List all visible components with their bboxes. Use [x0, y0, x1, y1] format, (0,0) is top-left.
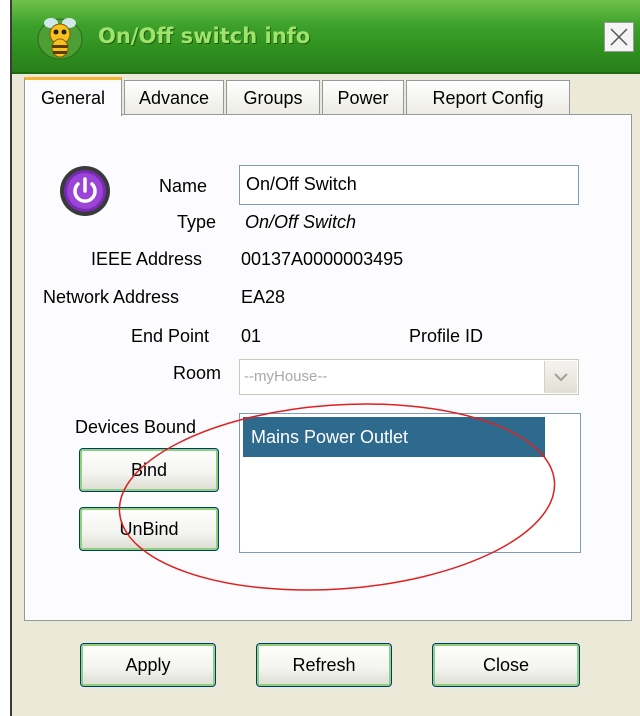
bind-button[interactable]: Bind — [79, 448, 219, 492]
close-icon — [610, 28, 628, 46]
ieee-address-value: 00137A0000003495 — [241, 249, 404, 269]
general-panel: Name On/Off Switch Type On/Off Switch IE… — [24, 114, 632, 621]
name-label: Name — [159, 176, 208, 196]
window-title: On/Off switch info — [98, 24, 311, 48]
title-bar[interactable]: On/Off switch info — [12, 0, 640, 74]
chevron-down-icon — [554, 373, 568, 382]
dialog-window: On/Off switch info General Advance Group… — [12, 0, 640, 716]
tab-power[interactable]: Power — [322, 80, 404, 114]
list-item[interactable]: Mains Power Outlet — [243, 417, 545, 457]
room-dropdown-button[interactable] — [544, 361, 577, 393]
power-device-icon — [60, 166, 110, 216]
tab-general[interactable]: General — [24, 77, 122, 116]
window-frame-edge — [0, 0, 12, 716]
room-select-value: --myHouse-- — [244, 368, 328, 385]
profile-id-label: Profile ID — [409, 326, 484, 346]
name-field[interactable]: On/Off Switch — [239, 165, 579, 205]
close-window-button[interactable] — [604, 22, 634, 52]
room-label: Room — [173, 363, 222, 383]
apply-button[interactable]: Apply — [80, 643, 216, 687]
tab-advance[interactable]: Advance — [124, 80, 224, 114]
tab-report-config[interactable]: Report Config — [406, 80, 570, 114]
room-select[interactable]: --myHouse-- — [239, 359, 579, 395]
close-button[interactable]: Close — [432, 643, 580, 687]
network-address-label: Network Address — [43, 287, 180, 307]
end-point-label: End Point — [131, 326, 210, 346]
bee-logo-icon — [37, 18, 83, 60]
devices-bound-label: Devices Bound — [75, 417, 197, 437]
type-value: On/Off Switch — [245, 212, 357, 232]
unbind-button[interactable]: UnBind — [79, 507, 219, 551]
end-point-value: 01 — [241, 326, 262, 346]
type-label: Type — [177, 212, 217, 232]
tab-groups[interactable]: Groups — [226, 80, 320, 114]
devices-bound-list[interactable]: Mains Power Outlet — [239, 413, 581, 553]
ieee-address-label: IEEE Address — [91, 249, 203, 269]
refresh-button[interactable]: Refresh — [256, 643, 392, 687]
network-address-value: EA28 — [241, 287, 286, 307]
